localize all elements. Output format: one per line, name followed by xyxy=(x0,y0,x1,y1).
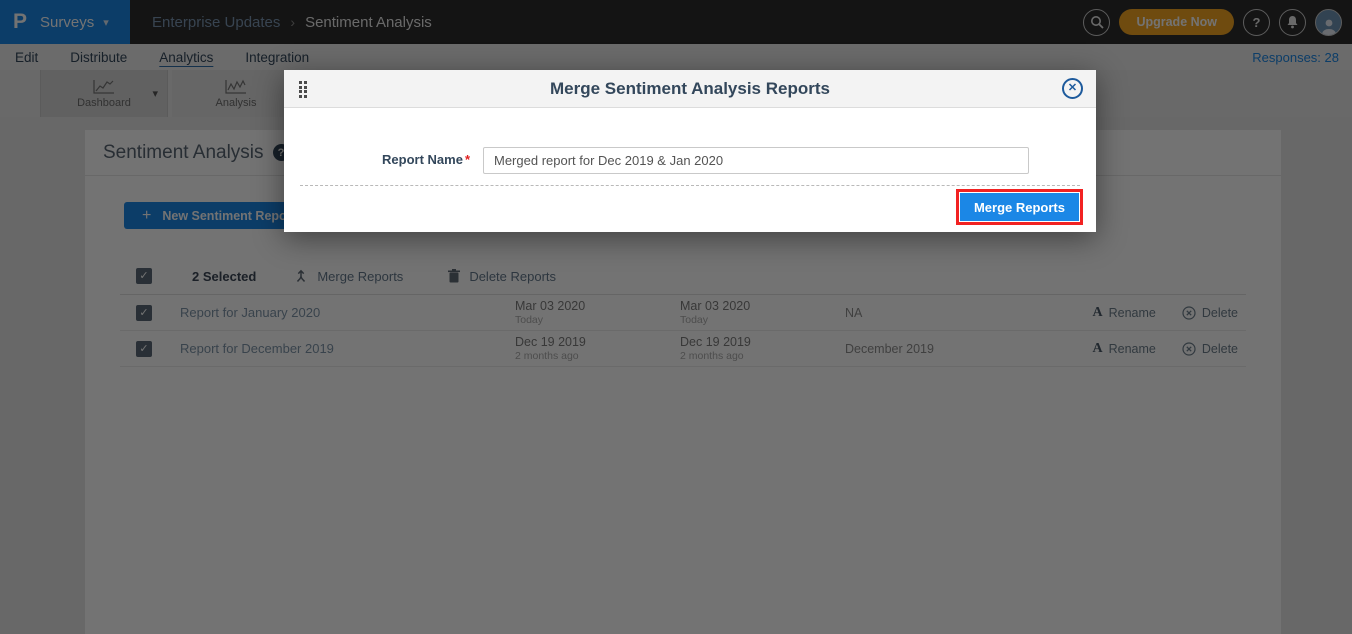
report-name-label: Report Name* xyxy=(284,152,470,167)
report-name-label-text: Report Name xyxy=(382,152,463,167)
click-highlight-annotation: Merge Reports xyxy=(956,189,1083,225)
merge-reports-submit-button[interactable]: Merge Reports xyxy=(960,193,1079,221)
drag-handle-icon[interactable] xyxy=(299,81,307,98)
modal-header: Merge Sentiment Analysis Reports ✕ xyxy=(284,70,1096,108)
close-icon[interactable]: ✕ xyxy=(1062,78,1083,99)
required-asterisk: * xyxy=(465,152,470,167)
divider xyxy=(300,185,1080,186)
merge-reports-modal: Merge Sentiment Analysis Reports ✕ Repor… xyxy=(284,70,1096,232)
modal-title: Merge Sentiment Analysis Reports xyxy=(550,79,830,99)
report-name-input[interactable] xyxy=(483,147,1029,174)
